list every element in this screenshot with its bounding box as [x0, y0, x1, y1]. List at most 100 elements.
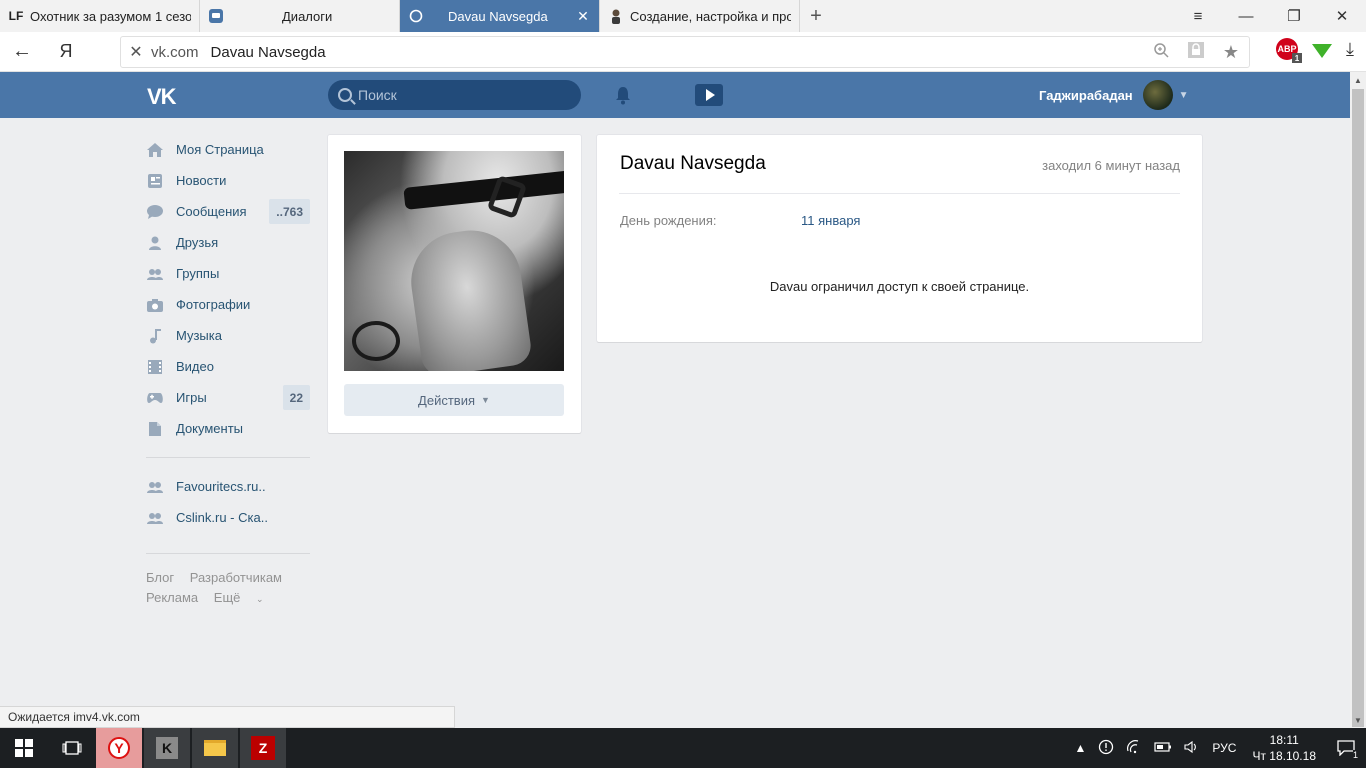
lostfilm-favicon-icon: LF	[8, 9, 24, 23]
status-text: Ожидается imv4.vk.com	[8, 710, 140, 724]
browser-menu-button[interactable]: ≡	[1174, 0, 1222, 32]
downloads-icon[interactable]: ⤓	[1346, 39, 1354, 60]
messages-icon	[146, 203, 164, 221]
footer-link-developers[interactable]: Разработчикам	[190, 570, 282, 585]
messages-count-badge: ..763	[269, 199, 310, 224]
sidebar-item-friends[interactable]: Друзья	[146, 227, 310, 258]
sidebar-item-label: Игры	[176, 390, 207, 405]
page-title-in-address: Davau Navsegda	[210, 43, 326, 61]
search-placeholder: Поиск	[358, 87, 397, 103]
back-button[interactable]: ←	[0, 32, 44, 72]
adblock-count: 1	[1292, 53, 1303, 63]
sidebar-item-news[interactable]: Новости	[146, 165, 310, 196]
footer-link-more[interactable]: Ещё ⌄	[214, 590, 276, 605]
news-icon	[146, 172, 164, 190]
profile-info-card: Davau Navsegda заходил 6 минут назад Ден…	[597, 135, 1202, 342]
vk-logo[interactable]: VK	[147, 84, 177, 110]
sidebar-item-video[interactable]: Видео	[146, 351, 310, 382]
groups-icon	[146, 509, 164, 527]
friends-icon	[146, 234, 164, 252]
close-tab-icon[interactable]: ✕	[575, 8, 591, 25]
scroll-down-arrow-icon[interactable]: ▼	[1350, 712, 1366, 728]
download-extension-icon[interactable]	[1312, 44, 1333, 58]
browser-tab-strip: LF Охотник за разумом 1 сезо Диалоги Dav…	[0, 0, 1366, 32]
sidebar-item-music[interactable]: Музыка	[146, 320, 310, 351]
yandex-button[interactable]: Я	[44, 32, 88, 72]
birthday-value-link[interactable]: 11 января	[801, 213, 860, 228]
info-divider	[619, 193, 1180, 194]
sidebar-item-my-page[interactable]: Моя Страница	[146, 134, 310, 165]
page-scrollbar[interactable]: ▲ ▼	[1350, 72, 1366, 728]
action-center-button[interactable]: 1	[1326, 728, 1366, 768]
address-bar-row: ← Я ✕ vk.com Davau Navsegda ★ ABP 1 ⤓	[0, 32, 1366, 72]
clock[interactable]: 18:11 Чт 18.10.18	[1242, 732, 1326, 764]
adblock-icon[interactable]: ABP 1	[1276, 38, 1303, 63]
show-hidden-icons-chevron-icon[interactable]: ▲	[1069, 741, 1093, 755]
sidebar-item-label: Группы	[176, 266, 220, 281]
home-icon	[146, 141, 164, 159]
user-menu[interactable]: Гаджирабадан ▼	[1039, 79, 1189, 111]
info-circle-icon[interactable]	[1092, 739, 1120, 758]
groups-icon	[146, 265, 164, 283]
battery-icon[interactable]	[1148, 741, 1178, 756]
sidebar-item-documents[interactable]: Документы	[146, 413, 310, 444]
footer-link-blog[interactable]: Блог	[146, 570, 174, 585]
browser-status-bar: Ожидается imv4.vk.com	[0, 706, 455, 728]
sidebar-item-label: Favouritecs.ru..	[176, 479, 266, 494]
zoom-icon[interactable]	[1153, 42, 1169, 63]
clock-time: 18:11	[1269, 733, 1299, 747]
actions-button[interactable]: Действия ▼	[344, 384, 564, 416]
sidebar-item-messages[interactable]: Сообщения ..763	[146, 196, 310, 227]
search-input[interactable]: Поиск	[328, 80, 581, 110]
sidebar-item-games[interactable]: Игры 22	[146, 382, 310, 413]
url-domain: vk.com	[151, 43, 199, 61]
tab-davau-navsegda[interactable]: Davau Navsegda ✕	[400, 0, 600, 32]
start-button[interactable]	[0, 728, 48, 768]
minimize-button[interactable]: —	[1222, 0, 1270, 32]
tab-creation-settings[interactable]: Создание, настройка и про	[600, 0, 800, 32]
sidebar-item-groups[interactable]: Группы	[146, 258, 310, 289]
user-name: Гаджирабадан	[1039, 87, 1133, 103]
games-icon	[146, 389, 164, 407]
sidebar-bookmark-cslink[interactable]: Cslink.ru - Cка..	[146, 502, 310, 533]
tab-dialogs[interactable]: Диалоги	[200, 0, 400, 32]
notifications-bell-icon[interactable]	[612, 84, 634, 106]
task-view-icon	[62, 741, 82, 755]
sidebar-bookmark-favouritecs[interactable]: Favouritecs.ru..	[146, 471, 310, 502]
taskbar-file-explorer[interactable]	[192, 728, 238, 768]
profile-photo-card: Действия ▼	[328, 135, 581, 433]
scroll-up-arrow-icon[interactable]: ▲	[1350, 72, 1366, 88]
profile-photo[interactable]	[344, 151, 564, 371]
close-window-button[interactable]: ✕	[1318, 0, 1366, 32]
bookmark-star-icon[interactable]: ★	[1223, 42, 1239, 63]
document-icon	[146, 420, 164, 438]
address-bar[interactable]: ✕ vk.com Davau Navsegda ★	[120, 36, 1250, 68]
stop-loading-icon[interactable]: ✕	[121, 42, 151, 62]
taskbar-yandex-browser[interactable]: Y	[96, 728, 142, 768]
counter-strike-icon: K	[156, 737, 178, 759]
wifi-icon[interactable]	[1120, 739, 1148, 758]
tab-title: Охотник за разумом 1 сезо	[30, 8, 191, 24]
sidebar-item-label: Фотографии	[176, 297, 251, 312]
taskbar-counter-strike[interactable]: K	[144, 728, 190, 768]
person-icon	[608, 8, 624, 24]
vk-header: VK Поиск Гаджирабадан ▼	[0, 72, 1350, 118]
music-player-button[interactable]	[695, 84, 723, 106]
tab-lostfilm[interactable]: LF Охотник за разумом 1 сезо	[0, 0, 200, 32]
taskbar-filezilla[interactable]: Z	[240, 728, 286, 768]
video-icon	[146, 358, 164, 376]
left-sidebar: Моя Страница Новости Сообщения ..763 Дру…	[146, 134, 310, 609]
chevron-down-icon: ▼	[481, 395, 490, 405]
task-view-button[interactable]	[48, 728, 96, 768]
restore-button[interactable]: ❐	[1270, 0, 1318, 32]
footer-link-ads[interactable]: Реклама	[146, 590, 198, 605]
lock-icon[interactable]	[1187, 41, 1205, 64]
system-tray: ▲ РУС 18:11 Чт 18.10.18 1	[1069, 728, 1366, 768]
sidebar-item-label: Музыка	[176, 328, 222, 343]
volume-icon[interactable]	[1178, 740, 1206, 757]
scroll-thumb[interactable]	[1352, 89, 1364, 727]
sidebar-item-photos[interactable]: Фотографии	[146, 289, 310, 320]
input-language-indicator[interactable]: РУС	[1206, 741, 1242, 755]
loading-circle-icon	[408, 8, 424, 24]
new-tab-button[interactable]: +	[800, 0, 832, 32]
